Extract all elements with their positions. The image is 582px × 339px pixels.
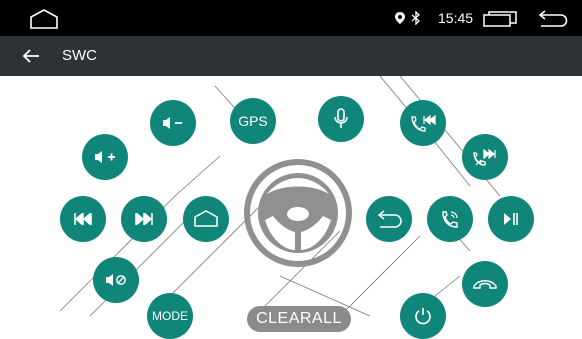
steering-wheel-icon bbox=[244, 159, 352, 267]
bluetooth-icon bbox=[411, 11, 420, 25]
arrow-left-icon[interactable] bbox=[22, 48, 40, 64]
answer-call-icon bbox=[442, 211, 458, 228]
back-button[interactable] bbox=[366, 196, 412, 242]
mic-icon bbox=[334, 108, 348, 128]
gps-label: GPS bbox=[238, 113, 268, 129]
voice-button[interactable] bbox=[318, 96, 364, 142]
call-next-button[interactable] bbox=[462, 134, 508, 180]
prev-track-icon bbox=[74, 213, 92, 225]
mute-button[interactable] bbox=[93, 257, 139, 303]
answer-call-button[interactable] bbox=[427, 196, 473, 242]
play-pause-icon bbox=[504, 213, 518, 225]
gps-button[interactable]: GPS bbox=[230, 98, 276, 144]
app-bar: SWC bbox=[0, 36, 582, 76]
home-button[interactable] bbox=[183, 196, 229, 242]
page-title: SWC bbox=[62, 47, 97, 64]
status-time: 15:45 bbox=[438, 10, 474, 26]
clearall-button[interactable]: CLEARALL bbox=[247, 306, 351, 332]
power-button[interactable] bbox=[400, 293, 446, 339]
mode-label: MODE bbox=[152, 309, 188, 323]
volume-down-button[interactable] bbox=[150, 100, 196, 146]
recents-icon[interactable] bbox=[483, 11, 517, 27]
prev-track-button[interactable] bbox=[60, 196, 106, 242]
hang-up-icon bbox=[473, 280, 497, 289]
home-icon bbox=[194, 210, 218, 227]
play-pause-button[interactable] bbox=[488, 196, 534, 242]
call-prev-button[interactable] bbox=[400, 100, 446, 146]
location-icon bbox=[395, 12, 405, 24]
next-track-button[interactable] bbox=[121, 196, 167, 242]
hang-up-button[interactable] bbox=[462, 261, 508, 307]
mute-icon bbox=[106, 274, 126, 286]
mode-button[interactable]: MODE bbox=[147, 293, 193, 339]
volume-down-icon bbox=[163, 117, 182, 129]
back-icon bbox=[377, 210, 402, 228]
status-bar: 15:45 bbox=[0, 0, 582, 36]
call-prev-icon bbox=[411, 114, 436, 132]
volume-up-icon bbox=[95, 151, 115, 163]
volume-up-button[interactable] bbox=[82, 134, 128, 180]
swc-panel: GPS MODE CLEARALL bbox=[0, 76, 582, 339]
call-next-icon bbox=[473, 148, 496, 166]
back-icon[interactable] bbox=[537, 10, 569, 27]
power-icon bbox=[415, 308, 431, 325]
home-icon[interactable] bbox=[29, 8, 59, 30]
next-track-icon bbox=[135, 213, 153, 225]
